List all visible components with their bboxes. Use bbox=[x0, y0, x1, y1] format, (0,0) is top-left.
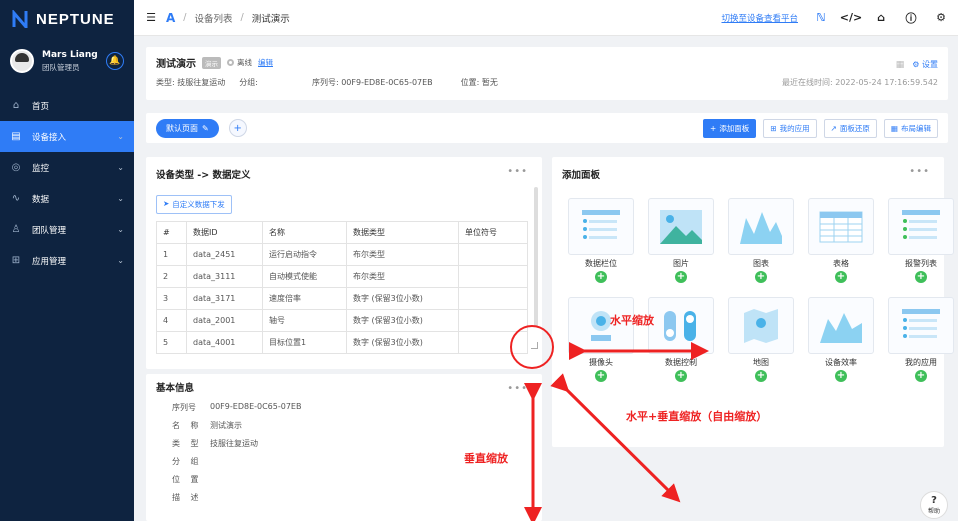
vertical-resize-label: 垂直缩放 bbox=[464, 452, 508, 465]
annotation-arrows bbox=[524, 342, 709, 521]
help-button[interactable]: ? 帮助 bbox=[920, 491, 948, 519]
horizontal-resize-label: 水平缩放 bbox=[610, 314, 654, 327]
diagonal-arrow bbox=[550, 373, 681, 503]
free-resize-label: 水平+垂直缩放（自由缩放） bbox=[626, 410, 768, 423]
question-icon: ? bbox=[931, 495, 937, 506]
